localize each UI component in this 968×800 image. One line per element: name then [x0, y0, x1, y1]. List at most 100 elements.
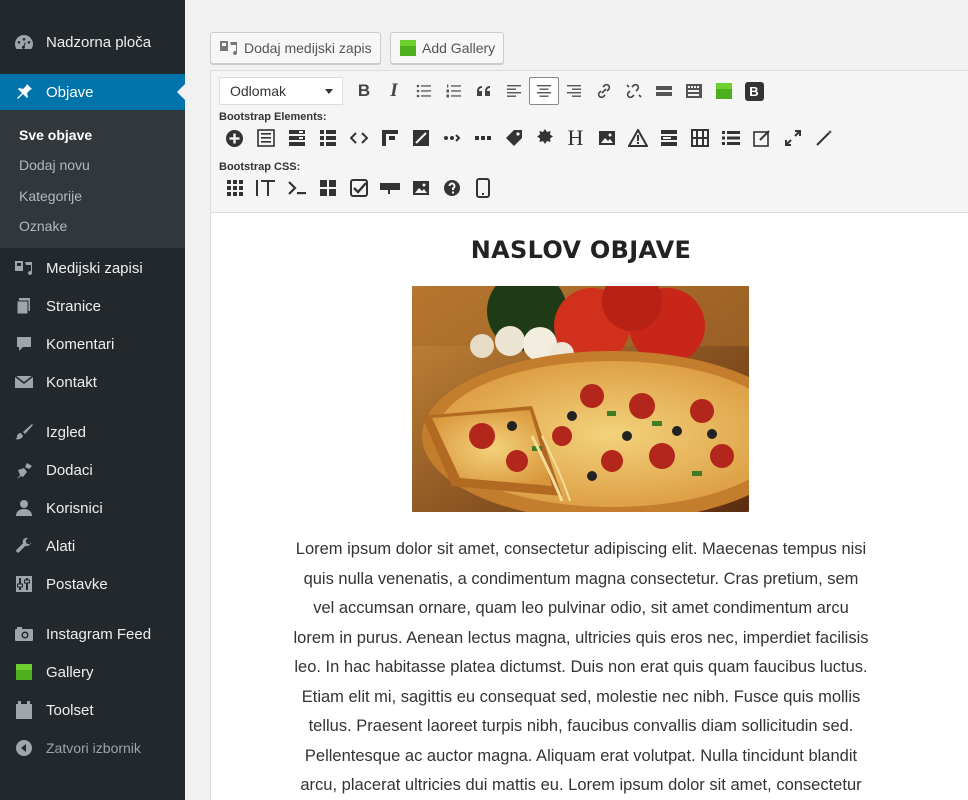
- menu-comments[interactable]: Komentari: [0, 326, 185, 362]
- editor-toolbar: Odlomak B I B Bootstrap Elements: H Boot…: [211, 71, 968, 213]
- typography-icon[interactable]: [250, 174, 281, 202]
- menu-label: Stranice: [46, 297, 102, 315]
- dots-icon[interactable]: [467, 124, 498, 152]
- bold-button[interactable]: B: [349, 77, 379, 105]
- editor-content[interactable]: NASLOV OBJAVE Lorem ipsum dolor sit amet…: [211, 214, 968, 800]
- list-bullets-icon[interactable]: [715, 124, 746, 152]
- bootstrap-elements-label: Bootstrap Elements:: [219, 111, 327, 123]
- code-icon[interactable]: [343, 124, 374, 152]
- menu-instagram-feed[interactable]: Instagram Feed: [0, 616, 185, 652]
- heading-icon[interactable]: H: [560, 124, 591, 152]
- menu-label: Gallery: [46, 663, 94, 681]
- add-gallery-button[interactable]: Add Gallery: [390, 32, 505, 64]
- layout-blocks-icon[interactable]: [312, 174, 343, 202]
- blockquote-icon[interactable]: [469, 77, 499, 105]
- pin-icon: [13, 82, 35, 102]
- warning-icon[interactable]: [622, 124, 653, 152]
- menu-label: Toolset: [46, 701, 94, 719]
- toolbar-toggle-icon[interactable]: [679, 77, 709, 105]
- body-line: quis nulla venenatis, a condimentum magn…: [303, 569, 859, 588]
- insert-link-icon[interactable]: [589, 77, 619, 105]
- magic-wand-icon[interactable]: [808, 124, 839, 152]
- align-left-icon[interactable]: [499, 77, 529, 105]
- menu-label: Komentari: [46, 335, 115, 353]
- format-select[interactable]: Odlomak: [219, 77, 343, 105]
- menu-label: Nadzorna ploča: [46, 33, 152, 51]
- menu-plugins[interactable]: Dodaci: [0, 452, 185, 488]
- submenu-tags[interactable]: Oznake: [19, 218, 67, 234]
- body-line: Etiam elit mi, sagittis eu consequat sed…: [301, 687, 861, 706]
- panels-icon[interactable]: [653, 124, 684, 152]
- pizza-photo[interactable]: [412, 286, 749, 512]
- mobile-icon[interactable]: [467, 174, 498, 202]
- gallery-icon: [13, 663, 35, 681]
- menu-media[interactable]: Medijski zapisi: [0, 250, 185, 286]
- jumbotron-icon[interactable]: [374, 124, 405, 152]
- list-icon[interactable]: [312, 124, 343, 152]
- add-gallery-label: Add Gallery: [422, 40, 496, 56]
- grid-icon[interactable]: [219, 174, 250, 202]
- align-right-icon[interactable]: [559, 77, 589, 105]
- edit-square-icon[interactable]: [405, 124, 436, 152]
- menu-label: Dodaci: [46, 461, 93, 479]
- submenu-all-posts[interactable]: Sve objave: [19, 127, 92, 143]
- bullet-list-icon[interactable]: [409, 77, 439, 105]
- menu-label: Postavke: [46, 575, 108, 593]
- edit-note-icon[interactable]: [746, 124, 777, 152]
- menu-users[interactable]: Korisnici: [0, 490, 185, 526]
- menu-toolset[interactable]: Toolset: [0, 692, 185, 728]
- submenu-add-new[interactable]: Dodaj novu: [19, 157, 90, 173]
- body-line: vel accumsan ornare, quam leo pulvinar o…: [313, 599, 849, 617]
- users-icon: [13, 499, 35, 517]
- camera-icon: [13, 626, 35, 642]
- add-media-button[interactable]: Dodaj medijski zapis: [210, 32, 381, 64]
- menu-pages[interactable]: Stranice: [0, 288, 185, 324]
- menu-gallery[interactable]: Gallery: [0, 654, 185, 690]
- media-icon: [13, 259, 35, 277]
- menu-label: Objave: [46, 83, 94, 101]
- menu-label: Alati: [46, 537, 76, 555]
- button-icon[interactable]: [374, 174, 405, 202]
- checkbox-icon[interactable]: [343, 174, 374, 202]
- badge-star-icon[interactable]: [529, 124, 560, 152]
- menu-label: Instagram Feed: [46, 625, 152, 643]
- format-select-value: Odlomak: [230, 83, 287, 99]
- posts-submenu: Sve objave Dodaj novu Kategorije Oznake: [0, 110, 185, 248]
- expand-icon[interactable]: [777, 124, 808, 152]
- comments-icon: [13, 335, 35, 353]
- menu-settings[interactable]: Postavke: [0, 566, 185, 602]
- pages-icon: [13, 297, 35, 315]
- divider-arrows-icon[interactable]: [436, 124, 467, 152]
- menu-dashboard[interactable]: Nadzorna ploča: [0, 24, 185, 60]
- read-more-icon[interactable]: [649, 77, 679, 105]
- bootstrap-button[interactable]: B: [739, 77, 769, 105]
- menu-label: Zatvori izbornik: [46, 740, 141, 756]
- terminal-icon[interactable]: [281, 174, 312, 202]
- italic-button[interactable]: I: [379, 77, 409, 105]
- align-center-icon[interactable]: [529, 77, 559, 105]
- body-line: arcu, placerat ultricies dui mattis eu. …: [300, 776, 862, 794]
- rows-icon[interactable]: [281, 124, 312, 152]
- image-icon[interactable]: [591, 124, 622, 152]
- add-circle-icon[interactable]: [219, 124, 250, 152]
- body-line: tellus. Praesent laoreet turpis nibh, fa…: [308, 717, 854, 735]
- menu-contact[interactable]: Kontakt: [0, 364, 185, 400]
- collapse-menu-button[interactable]: Zatvori izbornik: [0, 730, 185, 766]
- submenu-categories[interactable]: Kategorije: [19, 188, 82, 204]
- settings-icon: [13, 575, 35, 593]
- main-content: Dodaj medijski zapis Add Gallery Odlomak…: [185, 0, 968, 800]
- table-icon[interactable]: [250, 124, 281, 152]
- gallery-icon[interactable]: [709, 77, 739, 105]
- chevron-down-icon: [324, 83, 334, 99]
- toolset-icon: [13, 700, 35, 720]
- film-icon[interactable]: [684, 124, 715, 152]
- gallery-icon: [399, 39, 417, 57]
- image-icon[interactable]: [405, 174, 436, 202]
- remove-link-icon[interactable]: [619, 77, 649, 105]
- numbered-list-icon[interactable]: [439, 77, 469, 105]
- menu-appearance[interactable]: Izgled: [0, 414, 185, 450]
- help-icon[interactable]: [436, 174, 467, 202]
- menu-posts[interactable]: Objave: [0, 74, 185, 110]
- menu-tools[interactable]: Alati: [0, 528, 185, 564]
- tag-icon[interactable]: [498, 124, 529, 152]
